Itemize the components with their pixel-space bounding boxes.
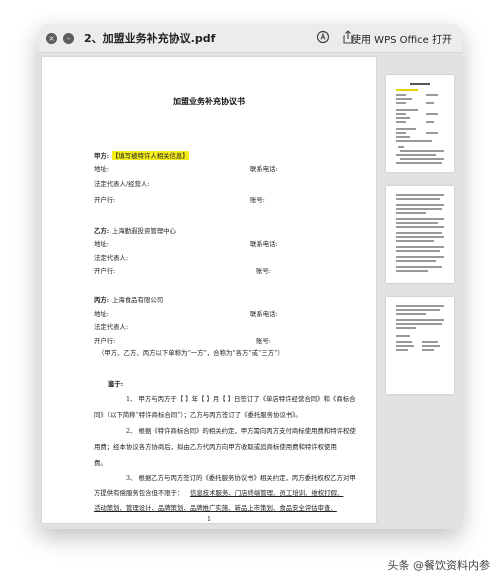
parties-summary: （甲方、乙方、丙方以下单称为“一方”，合称为“各方”或“三方”） [98, 349, 284, 357]
clause-2-line-2: 用费；经本协议各方协商后，拟由乙方代丙方向甲方收取或追商标使用费和特许权使用 [94, 443, 337, 451]
party-a-rep: 法定代表人/经营人: [94, 180, 150, 188]
party-b-value: 上海勤遐投资管理中心 [112, 227, 176, 235]
page-thumbnail-3[interactable] [386, 297, 454, 394]
clause-3-line-3: 活动策划、管理设计、品牌策划、品牌推广实施、新品上市策划、食品安全评估审查、 [94, 504, 337, 512]
whereas-heading: 鉴于: [108, 380, 124, 388]
markup-icon[interactable] [315, 30, 331, 46]
party-c-value: 上海食品有限公司 [112, 296, 164, 304]
page-number: 1 [206, 515, 212, 523]
clause-2-line-3: 费。 [94, 459, 107, 467]
party-b-account: 账号: [256, 267, 271, 275]
party-c-rep: 法定代表人: [94, 323, 129, 331]
close-icon[interactable]: × [46, 32, 57, 44]
party-b-phone: 联系电话: [250, 240, 278, 248]
clause-1-line-1: 1、 甲方与丙方于【 】年【 】月【 】日签订了《单店特许经营合同》和《商标合 [126, 395, 356, 403]
clause-1-line-2: 同》（以下简称“特许商标合同”）；乙方与丙方签订了《委托服务协议书》。 [94, 411, 302, 419]
party-b-rep: 法定代表人: [94, 254, 129, 262]
party-c-bank: 开户行: [94, 337, 116, 345]
window-title: 2、加盟业务补充协议.pdf [84, 32, 216, 45]
party-c-address: 地址: [94, 310, 109, 318]
party-a-address: 地址: [94, 165, 109, 173]
preview-window: × – 2、加盟业务补充协议.pdf 使用 WPS Office 打开 加盟业务… [38, 24, 462, 529]
party-b-label: 乙方: [94, 227, 110, 235]
clause-3-line-1: 3、 根据乙方与丙方签订的《委托服务协议书》相关约定，丙方委托权权乙方对甲 [126, 474, 356, 482]
open-with-wps-button[interactable]: 使用 WPS Office 打开 [351, 31, 452, 46]
party-c-phone: 联系电话: [250, 310, 278, 318]
party-a-phone: 联系电话: [250, 165, 278, 173]
party-c-label: 丙方: [94, 296, 110, 304]
minimize-icon[interactable]: – [63, 32, 74, 44]
party-a-value: 【填写被特许人相关信息】 [112, 151, 189, 160]
party-c-account: 账号: [256, 337, 271, 345]
page-thumbnail-1[interactable] [386, 75, 454, 172]
party-b-bank: 开户行: [94, 267, 116, 275]
clause-2-line-1: 2、 根据《特许商标合同》的相关约定，甲方需向丙方支付商标使用费和特许权使 [126, 427, 356, 435]
document-page: 加盟业务补充协议书 甲方: 【填写被特许人相关信息】 地址: 联系电话: 法定代… [42, 57, 376, 523]
doc-title: 加盟业务补充协议书 [173, 96, 245, 106]
page-thumbnail-2[interactable] [386, 186, 454, 283]
party-a-account: 账号: [250, 196, 265, 204]
party-b-address: 地址: [94, 240, 109, 248]
party-a-label: 甲方: [94, 152, 110, 160]
clause-3-line-2b: 信息技术服务、门店终端管理、员工培训、维权打假、 [190, 489, 344, 497]
document-area: 加盟业务补充协议书 甲方: 【填写被特许人相关信息】 地址: 联系电话: 法定代… [38, 53, 462, 529]
title-bar: × – 2、加盟业务补充协议.pdf 使用 WPS Office 打开 [38, 24, 462, 53]
clause-3-line-2a: 方提供有偿服务包含但不限于： [94, 489, 184, 497]
watermark: 头条 @餐饮资料内参 [387, 559, 491, 572]
party-a-bank: 开户行: [94, 196, 116, 204]
